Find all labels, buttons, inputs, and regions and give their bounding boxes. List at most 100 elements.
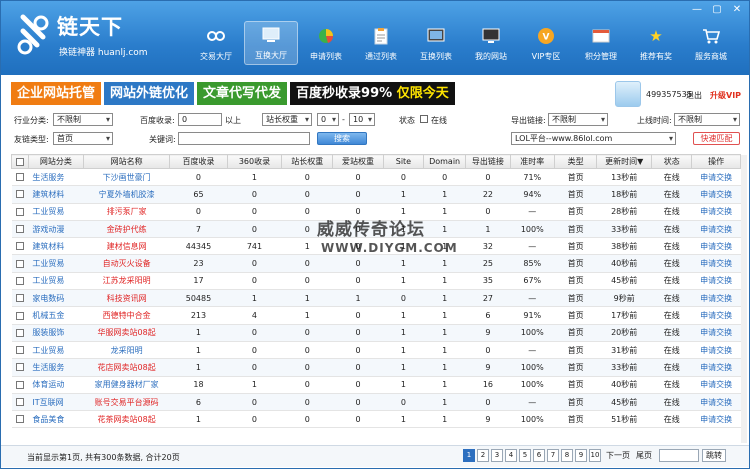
row-checkbox-cell[interactable] [11,358,29,377]
row-checkbox[interactable] [15,173,24,182]
cell-category[interactable]: 生活服务 [28,358,84,377]
cell-category[interactable]: 服装服饰 [28,324,84,342]
row-checkbox-cell[interactable] [11,168,29,187]
promo-hosting[interactable]: 企业网站托管 [11,82,102,105]
nav-exchange-list[interactable]: 互换列表 [409,21,463,65]
cell-site-name[interactable]: 账号交易平台源码 [83,393,170,412]
header-zz-weight[interactable]: 站长权重 [281,154,334,169]
apply-exchange-link[interactable]: 申请交换 [691,410,741,429]
header-site[interactable]: Site [382,154,424,169]
quick-match-button[interactable]: 快速匹配 [693,132,740,145]
cell-site-name[interactable]: 排污泵厂家 [83,203,170,221]
nav-trade-hall[interactable]: 交易大厅 [189,21,243,65]
close-icon[interactable]: ✕ [731,4,743,15]
row-checkbox-cell[interactable] [11,410,29,429]
export-select[interactable]: 不限制 [548,113,608,126]
row-checkbox-cell[interactable] [11,220,29,239]
row-checkbox[interactable] [15,346,24,355]
nav-referral[interactable]: ★ 推荐有奖 [629,21,683,65]
apply-exchange-link[interactable]: 申请交换 [691,324,741,342]
row-checkbox[interactable] [15,380,24,389]
avatar[interactable] [615,81,641,107]
cell-site-name[interactable]: 下沙画世豪门 [83,168,170,187]
apply-exchange-link[interactable]: 申请交换 [691,306,741,325]
table-row[interactable]: 体育运动 家用健身器材厂家 18 1 0 0 1 1 16 100% 首页 40秒前 在线 申请交换 [11,376,741,394]
cell-category[interactable]: 建筑材料 [28,237,84,256]
header-select-all[interactable] [11,154,29,169]
nav-shop[interactable]: 服务商城 [684,21,738,65]
row-checkbox-cell[interactable] [11,203,29,221]
select-all-checkbox[interactable] [15,157,24,166]
row-checkbox-cell[interactable] [11,376,29,394]
cell-category[interactable]: 工业贸易 [28,203,84,221]
row-checkbox-cell[interactable] [11,393,29,412]
row-checkbox[interactable] [15,276,24,285]
search-button[interactable]: 搜索 [317,132,367,145]
cell-site-name[interactable]: 花茶网卖站08起 [83,410,170,429]
promo-writing[interactable]: 文章代写代发 [197,82,288,105]
row-checkbox[interactable] [15,207,24,216]
row-checkbox[interactable] [15,259,24,268]
online-checkbox[interactable] [420,115,428,123]
apply-exchange-link[interactable]: 申请交换 [691,237,741,256]
table-row[interactable]: 机械五金 西德特中合金 213 4 1 0 1 1 6 91% 首页 17秒前 在线 申请交换 [11,306,741,325]
page-button[interactable]: 1 [463,449,475,462]
apply-exchange-link[interactable]: 申请交换 [691,358,741,377]
nav-points[interactable]: 积分管理 [574,21,628,65]
nav-vip-zone[interactable]: V VIP专区 [519,21,573,65]
row-checkbox-cell[interactable] [11,254,29,273]
table-row[interactable]: 生活服务 下沙画世豪门 0 1 0 0 0 0 0 71% 首页 13秒前 在线 申请交换 [11,168,741,187]
page-button[interactable]: 4 [505,449,517,462]
row-checkbox-cell[interactable] [11,185,29,204]
cell-category[interactable]: 游戏动漫 [28,220,84,239]
cell-category[interactable]: 家电数码 [28,289,84,308]
header-360[interactable]: 360收录 [226,154,283,169]
nav-approved-list[interactable]: 通过列表 [354,21,408,65]
apply-exchange-link[interactable]: 申请交换 [691,168,741,187]
table-row[interactable]: 家电数码 科技资讯网 50485 1 1 1 0 1 27— 首页 9秒前 在线 申请交换 [11,289,741,308]
next-page-link[interactable]: 下一页 [606,450,630,461]
cell-site-name[interactable]: 金砖护代练 [83,220,170,239]
row-checkbox[interactable] [15,415,24,424]
header-baidu[interactable]: 百度收录 [169,154,228,169]
cell-site-name[interactable]: 龙采阳明 [83,341,170,360]
page-button[interactable]: 3 [491,449,503,462]
platform-select[interactable]: LOL平台--www.86lol.com [511,132,676,145]
table-row[interactable]: IT互联网 账号交易平台源码 6 0 0 0 0 1 0— 首页 45秒前 在线 申请交换 [11,393,741,412]
apply-exchange-link[interactable]: 申请交换 [691,376,741,394]
page-button[interactable]: 8 [561,449,573,462]
row-checkbox[interactable] [15,190,24,199]
apply-exchange-link[interactable]: 申请交换 [691,289,741,308]
cell-site-name[interactable]: 家用健身器材厂家 [83,376,170,394]
cell-category[interactable]: 体育运动 [28,376,84,394]
cell-site-name[interactable]: 科技资讯网 [83,289,170,308]
row-checkbox[interactable] [15,242,24,251]
apply-exchange-link[interactable]: 申请交换 [691,341,741,360]
page-jump-input[interactable] [659,449,699,462]
row-checkbox-cell[interactable] [11,289,29,308]
cell-site-name[interactable]: 建材信息网 [83,237,170,256]
apply-exchange-link[interactable]: 申请交换 [691,272,741,291]
friend-type-select[interactable]: 首页 [53,132,113,145]
header-update[interactable]: 更新时间▼ [596,154,653,169]
cell-category[interactable]: 食品美食 [28,410,84,429]
row-checkbox[interactable] [15,225,24,234]
header-type[interactable]: 类型 [553,154,598,169]
nav-my-sites[interactable]: 我的网站 [464,21,518,65]
cell-site-name[interactable]: 西德特中合金 [83,306,170,325]
weight-select[interactable]: 站长权重 [262,113,312,126]
page-button[interactable]: 9 [575,449,587,462]
cell-category[interactable]: IT互联网 [28,393,84,412]
header-export[interactable]: 导出链接 [465,154,511,169]
header-category[interactable]: 网站分类 [27,154,84,169]
range-from-select[interactable]: 0 [317,113,339,126]
apply-exchange-link[interactable]: 申请交换 [691,393,741,412]
cell-category[interactable]: 机械五金 [28,306,84,325]
page-button[interactable]: 2 [477,449,489,462]
row-checkbox[interactable] [15,294,24,303]
table-row[interactable]: 服装服饰 华服网卖站08起 1 0 0 0 1 1 9 100% 首页 20秒前 在线 申请交换 [11,324,741,342]
page-button[interactable]: 5 [519,449,531,462]
promo-seo[interactable]: 网站外链优化 [104,82,195,105]
cell-category[interactable]: 工业贸易 [28,254,84,273]
table-scrollbar[interactable] [741,155,747,443]
